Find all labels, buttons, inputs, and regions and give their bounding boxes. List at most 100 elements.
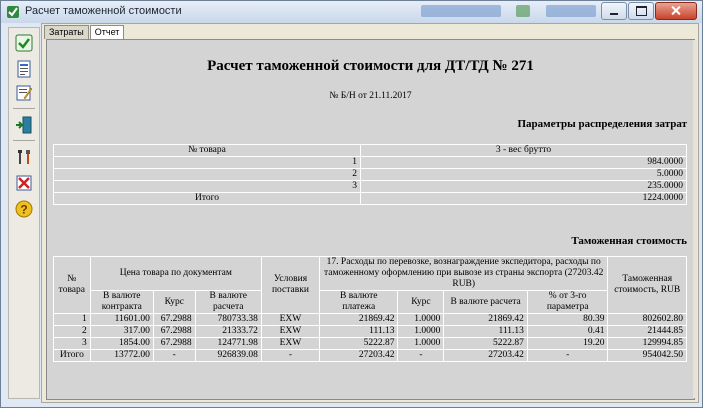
app-icon [6,5,20,19]
tab-report[interactable]: Отчет [89,25,125,40]
side-toolbar: ? [8,27,40,399]
tab-expenses[interactable]: Затраты [44,25,89,39]
edit-icon[interactable] [15,84,33,102]
cell-contract: 317.00 [89,325,154,338]
toolbar-separator [13,140,35,141]
table-row: 2 5.0000 [53,168,687,181]
window-title: Расчет таможенной стоимости [25,5,182,17]
cell-payment: 111.13 [318,325,399,338]
delete-icon[interactable] [15,174,33,192]
cell-percent: 19.20 [526,337,609,350]
subheader-contract-currency: В валюте контракта [89,290,154,314]
subheader-calc-currency: В валюте расчета [443,290,528,314]
total-label: Итого [53,192,361,205]
cell-calc2: 111.13 [443,325,528,338]
total-rate: - [152,349,196,362]
total-label: Итого [53,349,91,362]
total-calc2: 27203.42 [443,349,528,362]
item-value: 984.0000 [360,156,687,169]
cell-rate2: 1.0000 [397,337,445,350]
cell-contract: 11601.00 [89,313,154,326]
check-icon[interactable] [15,34,33,52]
svg-text:?: ? [20,203,27,217]
total-row: Итого 1224.0000 [53,192,687,205]
subheader-calc-currency: В валюте расчета [194,290,262,314]
toolbar-separator [13,108,35,109]
cell-rate: 67.2988 [152,313,196,326]
item-number: 2 [53,168,361,181]
table-row: 2 317.00 67.2988 21333.72 EXW 111.13 1.0… [53,325,687,338]
header-expenses: 17. Расходы по перевозке, вознаграждение… [318,256,609,291]
column-header: 3 - вес брутто [360,144,687,157]
cell-calc: 124771.98 [194,337,262,350]
total-terms: - [260,349,321,362]
cell-customs-value: 21444.85 [607,325,687,338]
table-row: 1 984.0000 [53,156,687,169]
total-contract: 13772.00 [89,349,154,362]
cell-payment: 21869.42 [318,313,399,326]
total-customs-value: 954042.50 [607,349,687,362]
subheader-rate: Курс [397,290,445,314]
cell-contract: 1854.00 [89,337,154,350]
section-title-params: Параметры распределения затрат [517,118,687,130]
item-value: 235.0000 [360,180,687,193]
cell-customs-value: 802602.80 [607,313,687,326]
table-header-row: № товара 3 - вес брутто [53,144,687,157]
cell-calc2: 21869.42 [443,313,528,326]
column-header: № товара [53,144,361,157]
main-panel: Затраты Отчет Расчет таможенной стоимост… [41,23,699,403]
background-blur [421,5,501,17]
section-title-customs: Таможенная стоимость [571,235,687,247]
table-row: 3 1854.00 67.2988 124771.98 EXW 5222.87 … [53,337,687,350]
header-delivery-terms: Условия поставки [260,256,321,314]
help-icon[interactable]: ? [15,200,33,218]
minimize-button[interactable] [601,2,627,20]
cell-calc: 780733.38 [194,313,262,326]
cell-customs-value: 129994.85 [607,337,687,350]
cell-rate2: 1.0000 [397,313,445,326]
cell-number: 1 [53,313,91,326]
report-view: Расчет таможенной стоимости для ДТ/ТД № … [46,39,695,400]
total-rate2: - [397,349,445,362]
exit-icon[interactable] [15,116,33,134]
table-row: 3 235.0000 [53,180,687,193]
subheader-payment-currency: В валюте платежа [318,290,399,314]
total-value: 1224.0000 [360,192,687,205]
cell-calc2: 5222.87 [443,337,528,350]
table-header-row: № товара Цена товара по документам Услов… [53,256,687,314]
subheader-rate: Курс [152,290,196,314]
cell-rate2: 1.0000 [397,325,445,338]
subheader-percent: % от 3-го параметра [526,290,609,314]
cell-number: 2 [53,325,91,338]
report-subtitle: № Б/Н от 21.11.2017 [329,91,412,101]
document-icon[interactable] [15,60,33,78]
window-controls [600,2,697,20]
customs-value-table: № товара Цена товара по документам Услов… [53,256,687,362]
header-document-price: Цена товара по документам [89,256,262,291]
close-button[interactable] [655,2,697,20]
cell-terms: EXW [260,313,321,326]
header-customs-value: Таможенная стоимость, RUB [607,256,687,314]
cell-calc: 21333.72 [194,325,262,338]
item-number: 3 [53,180,361,193]
table-row: 1 11601.00 67.2988 780733.38 EXW 21869.4… [53,313,687,326]
tab-bar: Затраты Отчет [44,25,125,40]
params-table: № товара 3 - вес брутто 1 984.0000 2 5.0… [53,144,687,205]
total-payment: 27203.42 [318,349,399,362]
header-item-number: № товара [53,256,91,314]
maximize-button[interactable] [628,2,654,20]
cell-terms: EXW [260,337,321,350]
background-blur [546,5,596,17]
total-percent: - [526,349,609,362]
cell-rate: 67.2988 [152,325,196,338]
cell-percent: 80.39 [526,313,609,326]
scrollbar[interactable] [693,40,697,398]
cell-rate: 67.2988 [152,337,196,350]
item-value: 5.0000 [360,168,687,181]
background-blur [516,5,530,17]
tools-icon[interactable] [15,148,33,166]
title-bar[interactable]: Расчет таможенной стоимости [1,1,702,23]
cell-terms: EXW [260,325,321,338]
item-number: 1 [53,156,361,169]
cell-number: 3 [53,337,91,350]
